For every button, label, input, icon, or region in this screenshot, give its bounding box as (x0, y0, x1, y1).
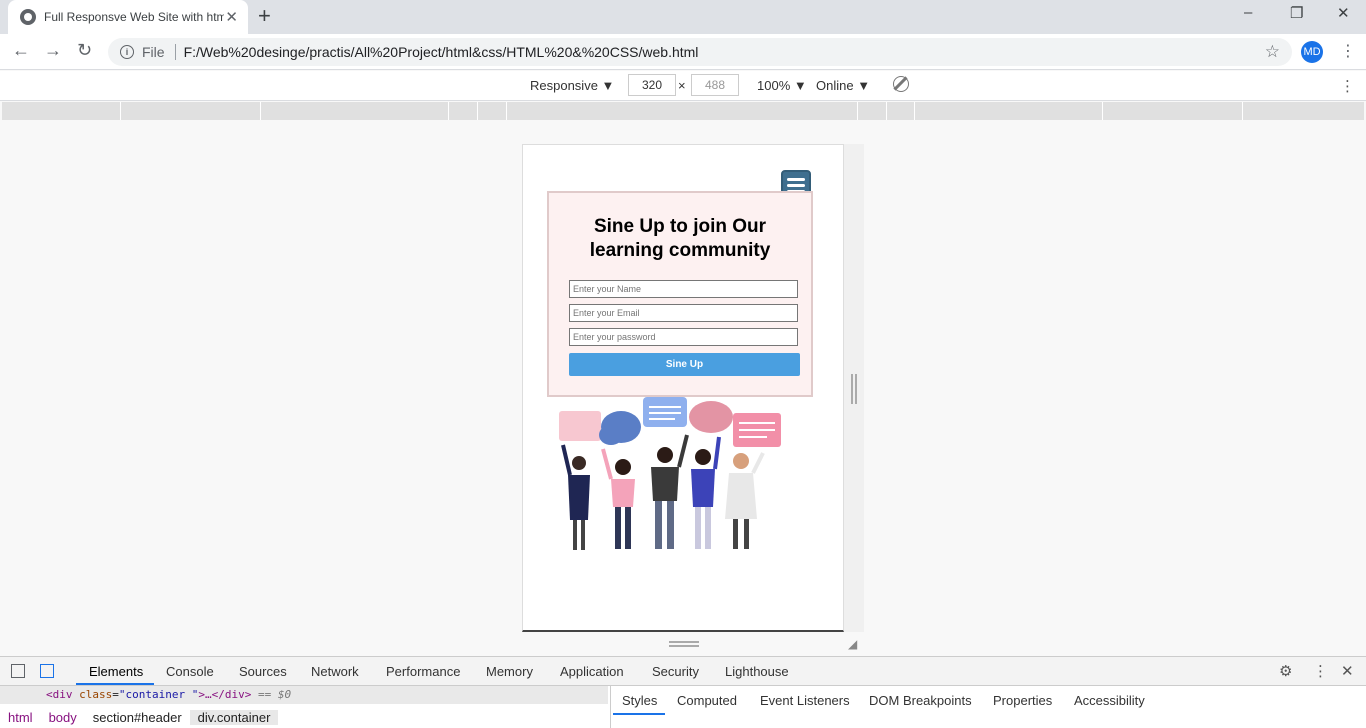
tab-elements[interactable]: Elements (89, 664, 143, 679)
address-bar[interactable]: i File F:/Web%20desinge/practis/All%20Pr… (108, 38, 1292, 66)
inspect-element-icon[interactable] (11, 664, 25, 678)
browser-tab[interactable]: Full Responsve Web Site with html ✕ (8, 0, 248, 34)
back-arrow-icon[interactable]: ← (12, 40, 30, 61)
device-toolbar: Responsive ▼ 320 × 488 100% ▼ Online ▼ ⋮ (0, 71, 1366, 101)
rotate-icon[interactable] (893, 76, 909, 92)
reload-icon[interactable]: ↻ (77, 40, 92, 61)
url-scheme: File (142, 44, 165, 60)
viewport-resize-handle-right[interactable] (851, 374, 857, 404)
mq-divider (1242, 102, 1243, 120)
dimension-times: × (678, 78, 686, 93)
tab-performance[interactable]: Performance (386, 664, 460, 679)
info-icon[interactable]: i (120, 45, 134, 59)
breadcrumb: html body section#header div.container (0, 706, 608, 728)
url-text[interactable]: F:/Web%20desinge/practis/All%20Project/h… (184, 44, 699, 60)
new-tab-button[interactable]: + (258, 3, 271, 29)
devtools-menu-icon[interactable]: ⋮ (1313, 662, 1328, 680)
code-attr-name: class (79, 688, 113, 701)
tab-dom-breakpoints[interactable]: DOM Breakpoints (869, 693, 972, 708)
name-field[interactable] (569, 280, 798, 298)
viewport-resize-corner-icon[interactable]: ◢ (848, 637, 857, 651)
mq-divider (914, 102, 915, 120)
code-rest: >…</div> (198, 688, 252, 701)
tab-console[interactable]: Console (166, 664, 214, 679)
bookmark-star-icon[interactable]: ☆ (1265, 42, 1280, 62)
browser-toolbar: ← → ↻ i File F:/Web%20desinge/practis/Al… (0, 34, 1366, 70)
tab-security[interactable]: Security (652, 664, 699, 679)
tab-title: Full Responsve Web Site with html (44, 10, 224, 24)
network-throttle-select[interactable]: Online ▼ (816, 78, 870, 93)
elements-pane: <div class="container ">…</div> == $0 ht… (0, 686, 608, 728)
mq-divider (886, 102, 887, 120)
selected-dom-node[interactable]: <div class="container ">…</div> == $0 (0, 686, 608, 704)
code-attr-value: "container " (118, 688, 199, 701)
form-title: Sine Up to join Our learning community (549, 215, 811, 263)
window-close-button[interactable]: ✕ (1337, 4, 1350, 22)
viewport-resize-handle-bottom[interactable] (669, 641, 699, 647)
tab-memory[interactable]: Memory (486, 664, 533, 679)
viewport-height-input[interactable]: 488 (691, 74, 739, 96)
url-separator (174, 44, 176, 60)
tab-sources[interactable]: Sources (239, 664, 287, 679)
settings-gear-icon[interactable]: ⚙ (1279, 662, 1292, 680)
form-title-line1: Sine Up to join Our (593, 216, 767, 237)
device-select[interactable]: Responsive ▼ (530, 78, 614, 93)
mq-divider (506, 102, 507, 120)
breadcrumb-item[interactable]: html (0, 710, 41, 725)
active-tab-indicator (76, 683, 154, 685)
active-style-tab-indicator (613, 713, 665, 715)
tab-network[interactable]: Network (311, 664, 359, 679)
mq-divider (857, 102, 858, 120)
tab-styles[interactable]: Styles (622, 693, 657, 708)
breadcrumb-item[interactable]: section#header (85, 710, 190, 725)
devtools-close-icon[interactable]: ✕ (1341, 662, 1354, 680)
restore-button[interactable]: ❐ (1290, 4, 1303, 22)
mq-divider (120, 102, 121, 120)
email-field[interactable] (569, 304, 798, 322)
styles-pane: Styles Computed Event Listeners DOM Brea… (610, 686, 1366, 728)
tab-computed[interactable]: Computed (677, 693, 737, 708)
mq-divider (448, 102, 449, 120)
tab-event-listeners[interactable]: Event Listeners (760, 693, 850, 708)
emulated-viewport: Sine Up to join Our learning community S… (522, 144, 844, 632)
devtools-panel: Elements Console Sources Network Perform… (0, 656, 1366, 728)
media-query-bar[interactable] (2, 102, 1364, 120)
breadcrumb-item[interactable]: body (41, 710, 85, 725)
form-title-line2: learning community (589, 240, 771, 261)
device-more-icon[interactable]: ⋮ (1340, 77, 1355, 95)
minimize-button[interactable]: – (1244, 4, 1252, 21)
mq-divider (1102, 102, 1103, 120)
tab-lighthouse[interactable]: Lighthouse (725, 664, 789, 679)
code-eq: == $0 (257, 688, 292, 701)
mq-divider (477, 102, 478, 120)
community-illustration (559, 397, 781, 550)
device-toggle-icon[interactable] (40, 664, 54, 678)
breadcrumb-item-active[interactable]: div.container (189, 709, 279, 725)
forward-arrow-icon[interactable]: → (44, 40, 62, 61)
devtools-tabbar: Elements Console Sources Network Perform… (0, 657, 1366, 686)
browser-menu-icon[interactable]: ⋮ (1340, 41, 1356, 61)
tab-properties[interactable]: Properties (993, 693, 1052, 708)
mq-divider (260, 102, 261, 120)
tab-close-icon[interactable]: ✕ (225, 8, 238, 26)
zoom-select[interactable]: 100% ▼ (757, 78, 807, 93)
globe-icon (20, 9, 36, 25)
signup-button[interactable]: Sine Up (569, 353, 800, 376)
password-field[interactable] (569, 328, 798, 346)
code-open-tag: <div (46, 688, 73, 701)
tab-application[interactable]: Application (560, 664, 624, 679)
signup-form: Sine Up to join Our learning community S… (547, 191, 813, 397)
tab-accessibility[interactable]: Accessibility (1074, 693, 1145, 708)
viewport-width-input[interactable]: 320 (628, 74, 676, 96)
profile-avatar[interactable]: MD (1301, 41, 1323, 63)
tab-strip: Full Responsve Web Site with html ✕ + – … (0, 0, 1366, 34)
